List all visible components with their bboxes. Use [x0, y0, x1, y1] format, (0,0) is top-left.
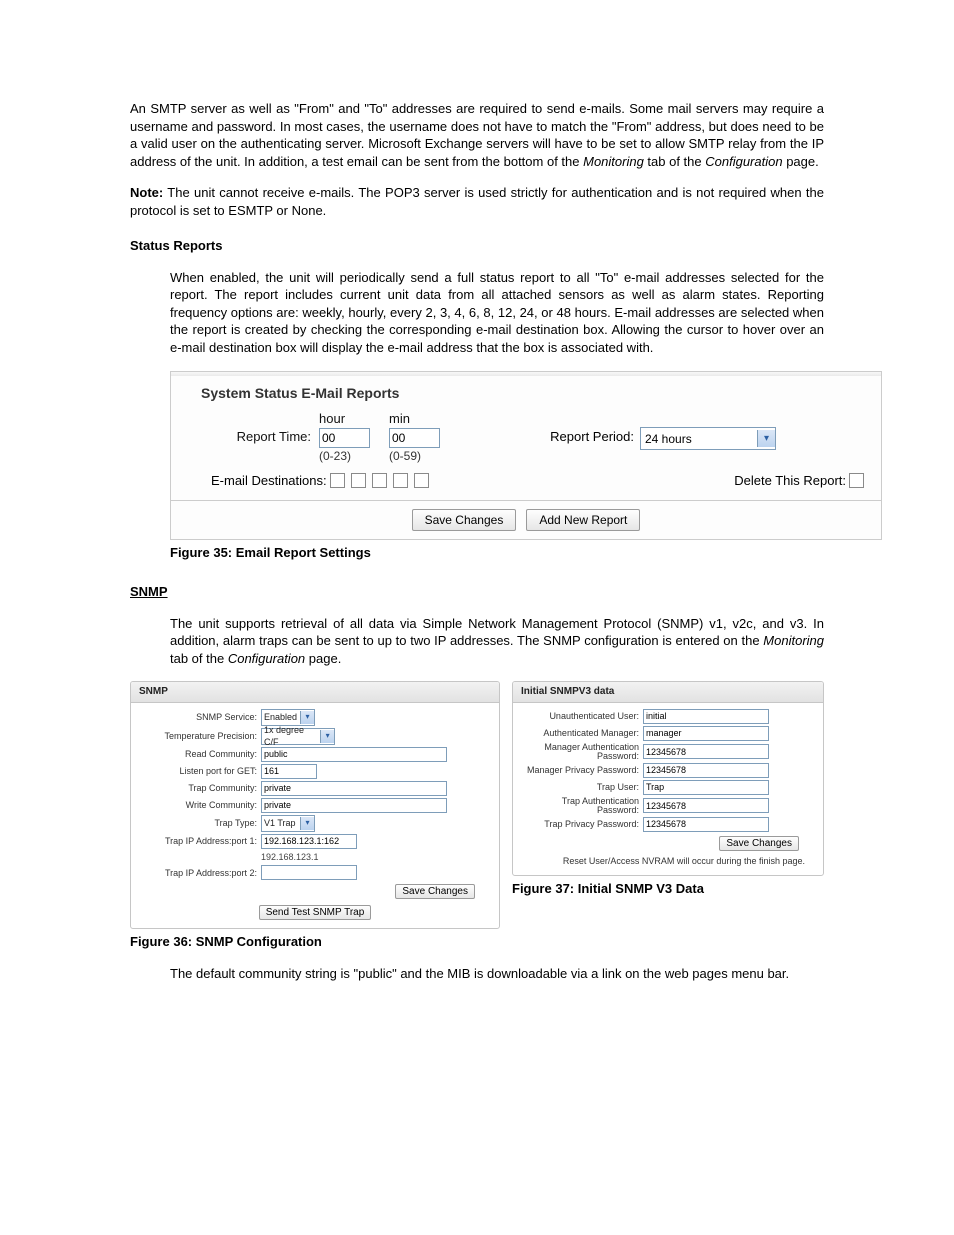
add-new-report-button[interactable]: Add New Report — [526, 509, 640, 531]
auth-manager-label: Authenticated Manager: — [519, 727, 643, 739]
auth-manager-input[interactable] — [643, 726, 769, 741]
trap-user-label: Trap User: — [519, 781, 643, 793]
mgr-priv-pw-label: Manager Privacy Password: — [519, 764, 643, 776]
email-reports-panel: System Status E-Mail Reports Report Time… — [170, 371, 882, 540]
chevron-down-icon: ▾ — [300, 711, 314, 724]
snmp-heading: SNMP — [130, 583, 824, 601]
email-dest-checkbox-3[interactable] — [372, 473, 387, 488]
trap-ip1-label: Trap IP Address:port 1: — [137, 835, 261, 847]
snmp-paragraph: The unit supports retrieval of all data … — [170, 615, 824, 668]
trap-priv-pw-input[interactable] — [643, 817, 769, 832]
read-community-label: Read Community: — [137, 748, 261, 760]
closing-paragraph: The default community string is "public"… — [170, 965, 824, 983]
hour-label: hour — [319, 410, 389, 428]
hour-input[interactable] — [319, 428, 370, 448]
unauth-user-label: Unauthenticated User: — [519, 710, 643, 722]
report-period-select[interactable]: 24 hours ▾ — [640, 427, 776, 450]
trap-type-select[interactable]: V1 Trap ▾ — [261, 815, 315, 832]
intro-mid: tab of the — [644, 154, 705, 169]
snmp-config-panel: SNMP SNMP Service: Enabled ▾ Temperature… — [130, 681, 500, 929]
mgr-priv-pw-input[interactable] — [643, 763, 769, 778]
temp-precision-label: Temperature Precision: — [137, 730, 261, 742]
hour-range: (0-23) — [319, 448, 389, 464]
unauth-user-input[interactable] — [643, 709, 769, 724]
write-community-label: Write Community: — [137, 799, 261, 811]
report-period-label: Report Period: — [529, 410, 640, 446]
note-label: Note: — [130, 185, 163, 200]
trap-community-input[interactable] — [261, 781, 447, 796]
intro-monitoring: Monitoring — [583, 154, 644, 169]
trap-community-label: Trap Community: — [137, 782, 261, 794]
intro-configuration: Configuration — [705, 154, 782, 169]
trap-ip1-resolved: 192.168.123.1 — [261, 851, 493, 863]
trap-ip2-label: Trap IP Address:port 2: — [137, 867, 261, 879]
status-reports-paragraph: When enabled, the unit will periodically… — [170, 269, 824, 357]
intro-end: page. — [783, 154, 819, 169]
min-input[interactable] — [389, 428, 440, 448]
snmp-panel-title: SNMP — [131, 682, 499, 703]
mgr-auth-pw-label: Manager AuthenticationPassword: — [519, 743, 643, 761]
delete-report-label: Delete This Report: — [734, 472, 846, 490]
note-paragraph: Note: The unit cannot receive e-mails. T… — [130, 184, 824, 219]
email-dest-checkbox-4[interactable] — [393, 473, 408, 488]
snmpv3-panel-title: Initial SNMPV3 data — [513, 682, 823, 703]
trap-ip1-input[interactable] — [261, 834, 357, 849]
figure-35-caption: Figure 35: Email Report Settings — [170, 544, 824, 562]
intro-paragraph: An SMTP server as well as "From" and "To… — [130, 100, 824, 170]
mgr-auth-pw-input[interactable] — [643, 744, 769, 759]
trap-type-value: V1 Trap — [264, 817, 296, 829]
chevron-down-icon: ▾ — [757, 430, 775, 447]
delete-report-checkbox[interactable] — [849, 473, 864, 488]
chevron-down-icon: ▾ — [320, 730, 334, 743]
trap-auth-pw-input[interactable] — [643, 798, 769, 813]
figure-37-caption: Figure 37: Initial SNMP V3 Data — [512, 880, 824, 898]
snmpv3-panel: Initial SNMPV3 data Unauthenticated User… — [512, 681, 824, 876]
snmp-save-button[interactable]: Save Changes — [395, 884, 475, 899]
snmpv3-save-button[interactable]: Save Changes — [719, 836, 799, 851]
read-community-input[interactable] — [261, 747, 447, 762]
figure-36-caption: Figure 36: SNMP Configuration — [130, 933, 500, 951]
report-period-value: 24 hours — [645, 431, 692, 447]
save-changes-button[interactable]: Save Changes — [412, 509, 517, 531]
trap-priv-pw-label: Trap Privacy Password: — [519, 818, 643, 830]
snmp-service-label: SNMP Service: — [137, 711, 261, 723]
snmp-para-b: tab of the — [170, 651, 228, 666]
min-label: min — [389, 410, 459, 428]
report-time-label: Report Time: — [181, 410, 319, 446]
chevron-down-icon: ▾ — [300, 817, 314, 830]
trap-type-label: Trap Type: — [137, 817, 261, 829]
snmpv3-hint: Reset User/Access NVRAM will occur durin… — [519, 851, 817, 867]
email-dest-checkbox-5[interactable] — [414, 473, 429, 488]
temp-precision-value: 1x degree C/F — [264, 724, 320, 748]
trap-user-input[interactable] — [643, 780, 769, 795]
write-community-input[interactable] — [261, 798, 447, 813]
trap-ip2-input[interactable] — [261, 865, 357, 880]
min-range: (0-59) — [389, 448, 459, 464]
snmp-para-c: page. — [305, 651, 341, 666]
send-test-trap-button[interactable]: Send Test SNMP Trap — [259, 905, 372, 920]
snmp-para-monitoring: Monitoring — [763, 633, 824, 648]
email-destinations-label: E-mail Destinations: — [211, 472, 327, 490]
note-text: The unit cannot receive e-mails. The POP… — [130, 185, 824, 218]
listen-port-input[interactable] — [261, 764, 317, 779]
listen-port-label: Listen port for GET: — [137, 765, 261, 777]
snmp-para-configuration: Configuration — [228, 651, 305, 666]
status-reports-heading: Status Reports — [130, 237, 824, 255]
trap-auth-pw-label: Trap AuthenticationPassword: — [519, 797, 643, 815]
snmp-service-value: Enabled — [264, 711, 297, 723]
temp-precision-select[interactable]: 1x degree C/F ▾ — [261, 728, 335, 745]
snmp-para-a: The unit supports retrieval of all data … — [170, 616, 824, 649]
email-reports-title: System Status E-Mail Reports — [171, 376, 881, 411]
email-dest-checkbox-1[interactable] — [330, 473, 345, 488]
email-dest-checkbox-2[interactable] — [351, 473, 366, 488]
